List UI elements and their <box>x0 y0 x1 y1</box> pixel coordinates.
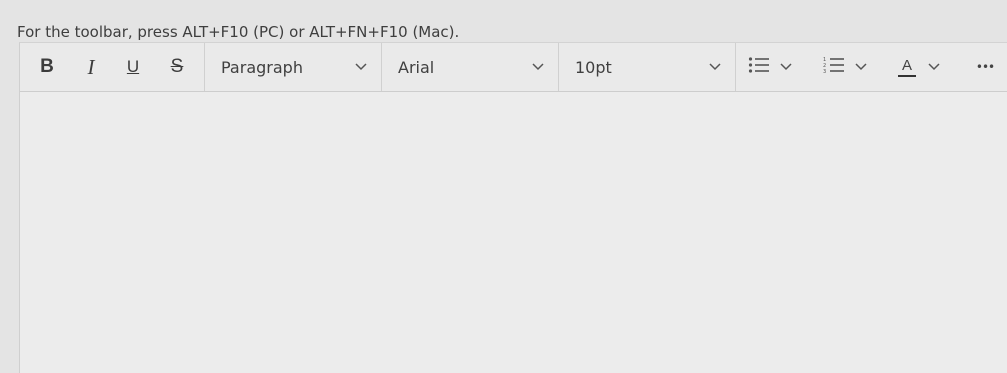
chevron-down-icon[interactable] <box>780 61 792 73</box>
editor-content-area[interactable] <box>20 92 1007 373</box>
font-family-select[interactable]: Arial <box>382 43 558 91</box>
text-color-label: A <box>901 56 912 74</box>
numbered-list-icon: 1 2 3 <box>823 56 845 78</box>
chevron-down-icon[interactable] <box>928 61 940 73</box>
font-size-value: 10pt <box>575 57 612 77</box>
svg-text:3: 3 <box>823 69 826 74</box>
chevron-down-icon <box>355 61 367 73</box>
rich-text-editor: B I U S Paragraph Arial 10pt 1 2 3 A ••• <box>19 42 1007 373</box>
block-format-value: Paragraph <box>221 57 303 77</box>
chevron-down-icon <box>532 61 544 73</box>
numbered-list-button[interactable]: 1 2 3 <box>823 43 883 91</box>
strikethrough-button[interactable]: S <box>162 43 192 91</box>
chevron-down-icon <box>709 61 721 73</box>
more-icon: ••• <box>975 60 995 74</box>
font-size-select[interactable]: 10pt <box>559 43 735 91</box>
toolbar-divider <box>735 43 736 91</box>
font-family-value: Arial <box>398 57 435 77</box>
italic-button[interactable]: I <box>76 43 106 91</box>
text-color-button[interactable]: A <box>898 43 953 91</box>
underline-label: U <box>126 57 140 76</box>
bullet-list-icon <box>748 56 770 78</box>
color-swatch-bar <box>898 74 916 77</box>
bullet-list-button[interactable] <box>748 43 808 91</box>
block-format-select[interactable]: Paragraph <box>205 43 381 91</box>
bold-label: B <box>40 56 54 77</box>
chevron-down-icon[interactable] <box>855 61 867 73</box>
editor-toolbar: B I U S Paragraph Arial 10pt 1 2 3 A ••• <box>20 43 1007 92</box>
underline-button[interactable]: U <box>118 43 148 91</box>
text-color-icon: A <box>898 58 916 77</box>
toolbar-hint: For the toolbar, press ALT+F10 (PC) or A… <box>17 23 460 41</box>
strikethrough-label: S <box>170 56 184 77</box>
more-options-button[interactable]: ••• <box>965 43 1005 91</box>
italic-label: I <box>87 54 95 79</box>
bold-button[interactable]: B <box>32 43 62 91</box>
